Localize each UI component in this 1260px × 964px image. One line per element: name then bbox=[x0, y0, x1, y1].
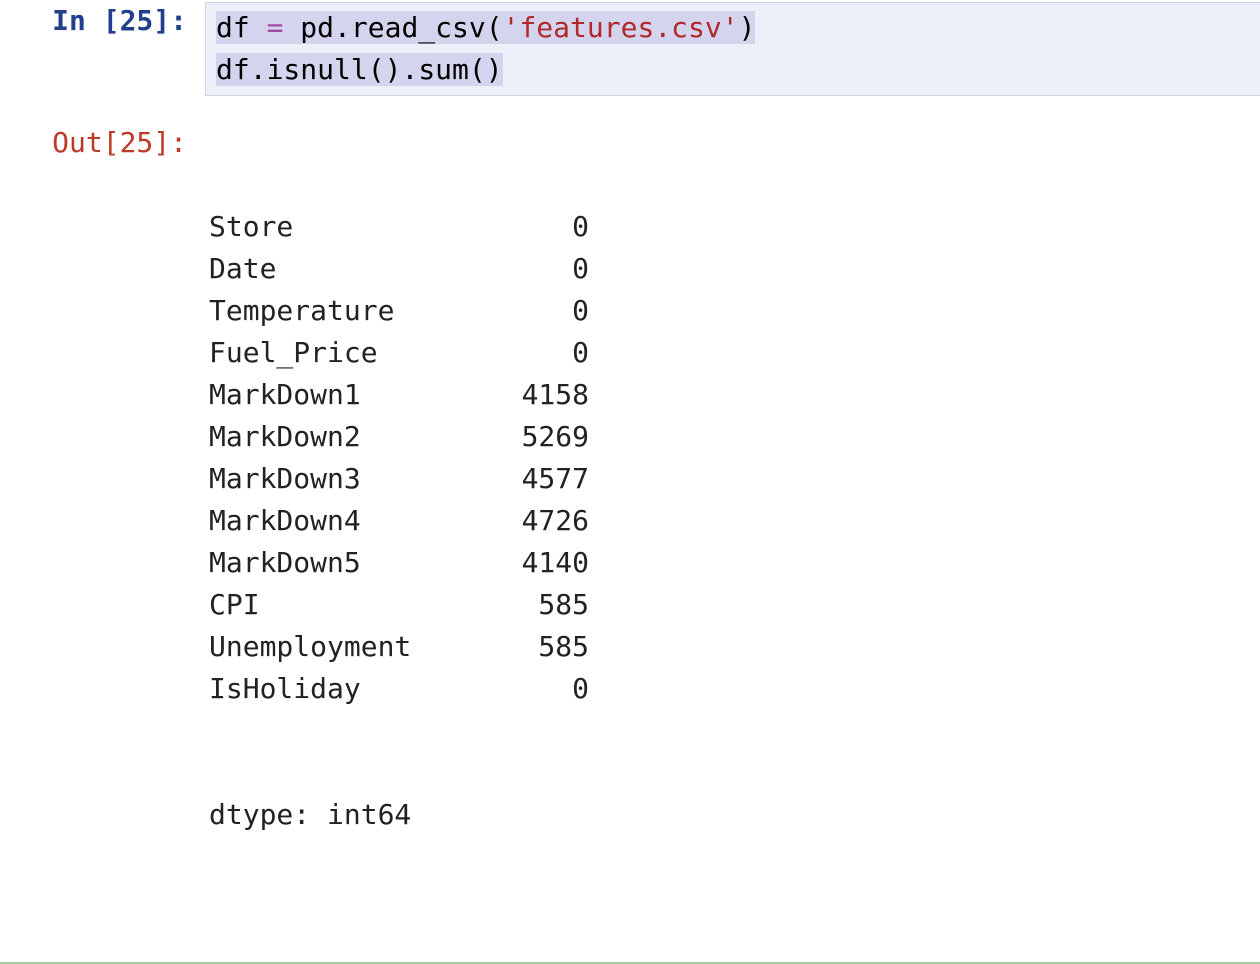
code-input[interactable]: df = pd.read_csv('features.csv') df.isnu… bbox=[205, 2, 1260, 96]
output-row: IsHoliday0 bbox=[209, 668, 1260, 710]
output-value: 0 bbox=[449, 668, 589, 710]
output-key: Temperature bbox=[209, 290, 449, 332]
output-row: Store0 bbox=[209, 206, 1260, 248]
output-value: 0 bbox=[449, 248, 589, 290]
tok-fn: sum bbox=[418, 53, 469, 86]
output-key: Date bbox=[209, 248, 449, 290]
output-key: MarkDown4 bbox=[209, 500, 449, 542]
output-row: Date0 bbox=[209, 248, 1260, 290]
output-value: 4726 bbox=[449, 500, 589, 542]
output-key: MarkDown3 bbox=[209, 458, 449, 500]
tok-var: df bbox=[216, 11, 250, 44]
output-value: 0 bbox=[449, 206, 589, 248]
output-dtype: dtype: int64 bbox=[209, 794, 1260, 836]
output-key: Unemployment bbox=[209, 626, 449, 668]
tok-module: pd bbox=[300, 11, 334, 44]
output-row: MarkDown14158 bbox=[209, 374, 1260, 416]
input-cell: In [25]: df = pd.read_csv('features.csv'… bbox=[0, 0, 1260, 96]
output-row: MarkDown44726 bbox=[209, 500, 1260, 542]
output-row: Unemployment585 bbox=[209, 626, 1260, 668]
output-key: CPI bbox=[209, 584, 449, 626]
output-value: 585 bbox=[449, 626, 589, 668]
output-row: Temperature0 bbox=[209, 290, 1260, 332]
output-value: 5269 bbox=[449, 416, 589, 458]
output-key: Store bbox=[209, 206, 449, 248]
tok-var: df bbox=[216, 53, 250, 86]
output-row: Fuel_Price0 bbox=[209, 332, 1260, 374]
output-key: Fuel_Price bbox=[209, 332, 449, 374]
output-key: MarkDown5 bbox=[209, 542, 449, 584]
output-value: 0 bbox=[449, 290, 589, 332]
output-cell: Out[25]: Store0Date0Temperature0Fuel_Pri… bbox=[0, 122, 1260, 920]
tok-str: features.csv bbox=[519, 11, 721, 44]
output-key: MarkDown1 bbox=[209, 374, 449, 416]
output-key: IsHoliday bbox=[209, 668, 449, 710]
output-value: 4577 bbox=[449, 458, 589, 500]
out-prompt: Out[25]: bbox=[0, 122, 205, 164]
output-value: 585 bbox=[449, 584, 589, 626]
output-value: 4158 bbox=[449, 374, 589, 416]
tok-op: = bbox=[267, 11, 284, 44]
tok-fn: read_csv bbox=[351, 11, 486, 44]
output-row: MarkDown34577 bbox=[209, 458, 1260, 500]
output-row: MarkDown25269 bbox=[209, 416, 1260, 458]
output-row: CPI585 bbox=[209, 584, 1260, 626]
code-line-1: df = pd.read_csv('features.csv') bbox=[216, 7, 1250, 49]
output-row: MarkDown54140 bbox=[209, 542, 1260, 584]
output-area: Store0Date0Temperature0Fuel_Price0MarkDo… bbox=[205, 122, 1260, 920]
in-prompt: In [25]: bbox=[0, 0, 205, 42]
tok-fn: isnull bbox=[267, 53, 368, 86]
output-value: 4140 bbox=[449, 542, 589, 584]
output-key: MarkDown2 bbox=[209, 416, 449, 458]
output-value: 0 bbox=[449, 332, 589, 374]
code-line-2: df.isnull().sum() bbox=[216, 49, 1250, 91]
